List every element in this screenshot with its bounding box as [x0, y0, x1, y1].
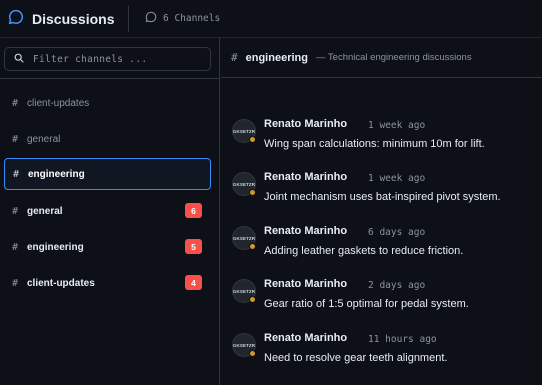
- channels-count: 6 Channels: [145, 11, 220, 26]
- channel-sidebar: # client-updates # general # engineering…: [0, 38, 220, 385]
- message-time: 11 hours ago: [368, 334, 437, 345]
- avatar[interactable]: GKSETZR: [232, 333, 256, 357]
- filter-field[interactable]: [4, 47, 211, 71]
- avatar[interactable]: GKSETZR: [232, 226, 256, 250]
- hash-icon: #: [12, 277, 19, 289]
- channel-item-engineering[interactable]: # engineering 5: [4, 231, 211, 263]
- chat-bubble-icon: [8, 9, 24, 30]
- avatar[interactable]: GKSETZR: [232, 172, 256, 196]
- search-icon: [14, 50, 24, 68]
- message-text: Gear ratio of 1:5 optimal for pedal syst…: [264, 298, 469, 310]
- unread-badge: 6: [185, 203, 202, 218]
- channel-label: client-updates: [27, 277, 95, 289]
- message-text: Adding leather gaskets to reduce frictio…: [264, 245, 464, 257]
- presence-dot: [249, 296, 256, 303]
- message-text: Joint mechanism uses bat-inspired pivot …: [264, 191, 501, 203]
- channel-item-client-updates[interactable]: # client-updates: [4, 87, 211, 119]
- channel-label: general: [27, 205, 63, 217]
- channel-header: # engineering — Technical engineering di…: [221, 38, 542, 78]
- message-time: 6 days ago: [368, 227, 426, 238]
- message-author[interactable]: Renato Marinho: [264, 171, 347, 183]
- message-time: 2 days ago: [368, 280, 426, 291]
- hash-icon: #: [231, 51, 238, 64]
- channel-item-general[interactable]: # general: [4, 123, 211, 155]
- filter-channels-input[interactable]: [33, 53, 193, 65]
- hash-icon: #: [12, 133, 19, 145]
- avatar[interactable]: GKSETZR: [232, 119, 256, 143]
- channels-count-label: 6 Channels: [163, 13, 221, 24]
- brand: Discussions: [8, 9, 114, 29]
- presence-dot: [249, 136, 256, 143]
- message-author[interactable]: Renato Marinho: [264, 118, 347, 130]
- message: GKSETZR Renato Marinho 1 week ago Wing s…: [232, 118, 532, 158]
- message-text: Need to resolve gear teeth alignment.: [264, 352, 448, 364]
- channel-item-general[interactable]: # general 6: [4, 195, 211, 227]
- chat-bubble-icon: [145, 11, 157, 26]
- channel-label: engineering: [28, 168, 85, 180]
- channel-label: client-updates: [27, 97, 90, 109]
- channel-view: # engineering — Technical engineering di…: [221, 38, 542, 385]
- app-header: Discussions 6 Channels: [0, 0, 542, 38]
- app-title: Discussions: [32, 11, 115, 27]
- message-text: Wing span calculations: minimum 10m for …: [264, 138, 485, 150]
- unread-badge: 5: [185, 239, 202, 254]
- avatar[interactable]: GKSETZR: [232, 279, 256, 303]
- presence-dot: [249, 189, 256, 196]
- message: GKSETZR Renato Marinho 6 days ago Adding…: [232, 225, 532, 265]
- channel-label: engineering: [27, 241, 84, 253]
- hash-icon: #: [13, 168, 20, 180]
- message-author[interactable]: Renato Marinho: [264, 332, 347, 344]
- message-time: 1 week ago: [368, 173, 426, 184]
- message-author[interactable]: Renato Marinho: [264, 278, 347, 290]
- hash-icon: #: [12, 97, 19, 109]
- message: GKSETZR Renato Marinho 11 hours ago Need…: [232, 332, 532, 372]
- presence-dot: [249, 350, 256, 357]
- hash-icon: #: [12, 205, 19, 217]
- channel-title: engineering: [245, 51, 308, 64]
- unread-badge: 4: [185, 275, 202, 290]
- hash-icon: #: [12, 241, 19, 253]
- message: GKSETZR Renato Marinho 2 days ago Gear r…: [232, 278, 532, 318]
- message-time: 1 week ago: [368, 120, 426, 131]
- sidebar-divider: [0, 78, 220, 79]
- header-divider: [128, 6, 129, 32]
- message: GKSETZR Renato Marinho 1 week ago Joint …: [232, 171, 532, 211]
- channel-label: general: [27, 133, 61, 145]
- presence-dot: [249, 243, 256, 250]
- channel-item-engineering-active[interactable]: # engineering: [4, 158, 211, 190]
- channel-item-client-updates[interactable]: # client-updates 4: [4, 267, 211, 299]
- message-author[interactable]: Renato Marinho: [264, 225, 347, 237]
- channel-description: — Technical engineering discussions: [315, 52, 472, 63]
